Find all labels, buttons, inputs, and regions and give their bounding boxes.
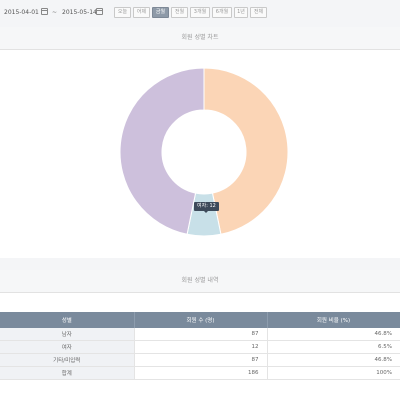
period-button-last-month[interactable]: 전월: [171, 7, 188, 18]
period-button-today[interactable]: 오늘: [114, 7, 131, 18]
period-button-this-month[interactable]: 금월: [152, 7, 169, 18]
date-separator: ~: [52, 9, 58, 16]
period-button-yesterday[interactable]: 어제: [133, 7, 150, 18]
member-count: 87: [134, 353, 268, 367]
member-count: 87: [134, 328, 268, 341]
donut-slice-2[interactable]: [119, 67, 205, 235]
period-button-3-months[interactable]: 3개월: [190, 7, 210, 18]
calendar-icon[interactable]: [96, 8, 103, 15]
member-count: 12: [134, 340, 268, 354]
table-row-total: 합계 186 100%: [0, 366, 400, 380]
date-filter-toolbar: 2015-04-01 ~ 2015-05-14 오늘 어제 금월 전월 3개월 …: [0, 0, 400, 26]
period-button-6-months[interactable]: 6개월: [212, 7, 232, 18]
column-header-gender: 성별: [0, 312, 135, 328]
period-button-all[interactable]: 전체: [250, 7, 267, 18]
gender-chart: 여자: 12: [0, 50, 400, 258]
table-row: 기타/미입력 87 46.8%: [0, 353, 400, 367]
member-ratio: 6.5%: [267, 340, 400, 354]
table-header-row: 성별 회원 수 (명) 회원 비율 (%): [0, 312, 400, 328]
column-header-ratio: 회원 비율 (%): [267, 312, 400, 328]
member-ratio: 46.8%: [267, 353, 400, 367]
row-label: 여자: [0, 340, 135, 354]
column-header-count: 회원 수 (명): [134, 312, 268, 328]
row-label: 합계: [0, 366, 135, 380]
table-row: 여자 12 6.5%: [0, 340, 400, 354]
row-label: 남자: [0, 328, 135, 341]
table-row: 남자 87 46.8%: [0, 328, 400, 341]
chart-panel-title: 회원 성별 차트: [0, 27, 400, 50]
member-ratio: 46.8%: [267, 328, 400, 341]
gender-stats-table: 성별 회원 수 (명) 회원 비율 (%) 남자 87 46.8% 여자 12 …: [0, 312, 400, 380]
chart-tooltip: 여자: 12: [194, 202, 219, 213]
member-count: 186: [134, 366, 268, 380]
donut-chart: [119, 67, 289, 237]
period-button-1-year[interactable]: 1년: [234, 7, 248, 18]
table-panel-title: 회원 성별 내역: [0, 270, 400, 293]
member-ratio: 100%: [267, 366, 400, 380]
calendar-icon[interactable]: [41, 8, 48, 15]
row-label: 기타/미입력: [0, 353, 135, 367]
